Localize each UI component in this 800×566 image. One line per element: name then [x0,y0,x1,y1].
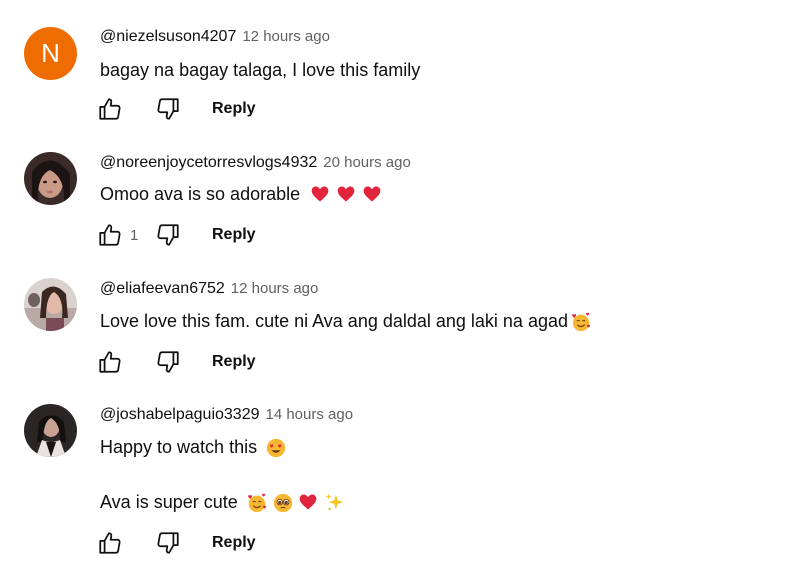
comment-meta: @noreenjoycetorresvlogs4932 20 hours ago [100,154,411,174]
smiling-face-with-hearts-icon [570,311,591,332]
comment-actions: 1 Reply [96,220,256,250]
avatar-photo [24,404,77,457]
comment-text: bagay na bagay talaga, I love this famil… [100,58,420,82]
sparkles-icon [324,492,344,512]
comment-text: Love love this fam. cute ni Ava ang dald… [100,309,591,333]
avatar[interactable] [24,404,77,457]
avatar[interactable]: N [24,27,77,80]
red-heart-icon [336,184,356,204]
avatar[interactable] [24,152,77,205]
comment-author-handle[interactable]: @joshabelpaguio3329 [100,406,259,424]
avatar-photo [24,152,77,205]
reply-button[interactable]: Reply [212,100,256,118]
comment-text: Omoo ava is so adorable [100,182,382,206]
reply-button[interactable]: Reply [212,353,256,371]
dislike-icon[interactable] [154,221,182,249]
like-icon[interactable] [96,348,124,376]
comment-text-content: bagay na bagay talaga, I love this famil… [100,59,421,80]
reply-button[interactable]: Reply [212,226,256,244]
red-heart-icon [298,492,318,512]
comment-author-handle[interactable]: @noreenjoycetorresvlogs4932 [100,154,317,172]
comment-text-content: Happy to watch this [100,436,258,457]
comment-timestamp[interactable]: 12 hours ago [231,280,319,297]
comment-author-handle[interactable]: @niezelsuson4207 [100,28,236,46]
comment-meta: @eliafeevan6752 12 hours ago [100,280,318,300]
comment-timestamp[interactable]: 20 hours ago [323,154,411,171]
reply-button[interactable]: Reply [212,534,256,552]
smiling-face-with-hearts-icon [246,492,266,513]
comment-author-handle[interactable]: @eliafeevan6752 [100,280,225,298]
dislike-icon[interactable] [154,95,182,123]
comment-text-line-2: Ava is super cute [100,490,344,514]
like-count: 1 [130,226,139,244]
dislike-icon[interactable] [154,348,182,376]
like-icon[interactable] [96,95,124,123]
comment-timestamp[interactable]: 12 hours ago [242,28,330,45]
comment-meta: @niezelsuson4207 12 hours ago [100,28,330,48]
pleading-face-icon [272,492,292,513]
dislike-icon[interactable] [154,529,182,557]
comment-text-content: Ava is super cute [100,491,238,512]
like-icon[interactable] [96,221,124,249]
comment-meta: @joshabelpaguio3329 14 hours ago [100,406,353,426]
comment-actions: Reply [96,347,256,377]
avatar-photo [24,278,77,331]
comment-timestamp[interactable]: 14 hours ago [265,406,353,423]
like-icon[interactable] [96,529,124,557]
red-heart-icon [310,184,330,204]
comment-text-content: Omoo ava is so adorable [100,183,301,204]
heart-eyes-icon [265,437,286,458]
comment-text-line-1: Happy to watch this [100,435,286,459]
comment-text-content: Love love this fam. cute ni Ava ang dald… [100,310,568,331]
avatar[interactable] [24,278,77,331]
red-heart-icon [362,184,382,204]
avatar-letter: N [41,38,60,68]
comment-actions: Reply [96,94,256,124]
comment-actions: Reply [96,528,256,558]
